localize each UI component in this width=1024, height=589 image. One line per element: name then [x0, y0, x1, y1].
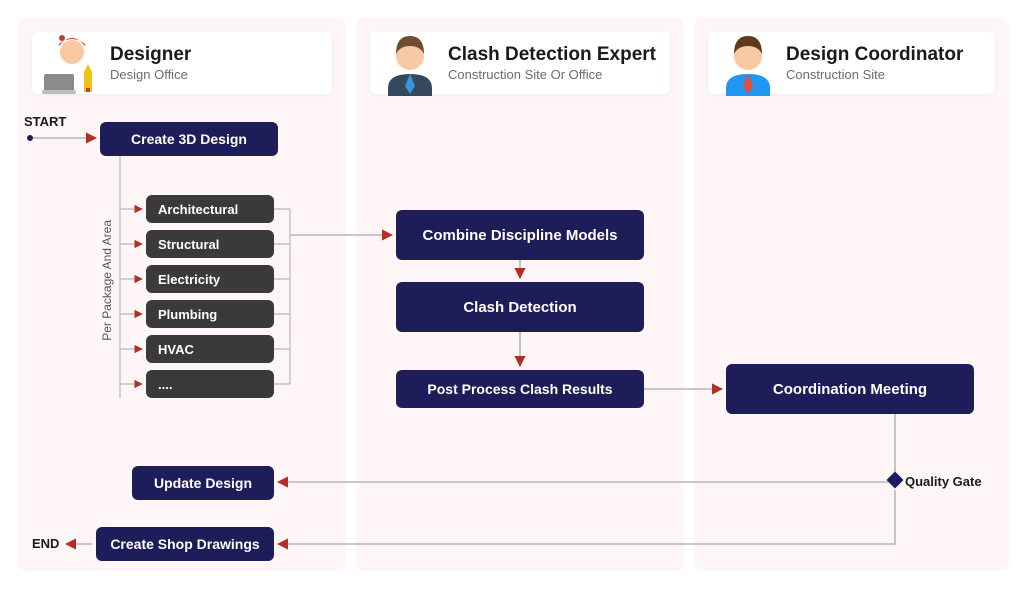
per-package-label: Per Package And Area: [100, 220, 114, 341]
designer-icon: [40, 24, 104, 96]
discipline-hvac: HVAC: [146, 335, 274, 363]
discipline-structural: Structural: [146, 230, 274, 258]
node-create-3d-design: Create 3D Design: [100, 122, 278, 156]
discipline-more: ....: [146, 370, 274, 398]
node-update-design: Update Design: [132, 466, 274, 500]
end-label: END: [32, 536, 59, 551]
discipline-architectural: Architectural: [146, 195, 274, 223]
node-combine-models: Combine Discipline Models: [396, 210, 644, 260]
node-coordination-meeting: Coordination Meeting: [726, 364, 974, 414]
lane-header-designer: Designer Design Office: [32, 32, 332, 94]
lane-header-clash-expert: Clash Detection Expert Construction Site…: [370, 32, 670, 94]
discipline-plumbing: Plumbing: [146, 300, 274, 328]
quality-gate-label: Quality Gate: [905, 474, 982, 489]
lane-title: Design Coordinator: [786, 44, 963, 66]
discipline-electricity: Electricity: [146, 265, 274, 293]
lane-subtitle: Design Office: [110, 67, 191, 82]
lane-title: Clash Detection Expert: [448, 44, 656, 66]
lane-title: Designer: [110, 44, 191, 66]
lane-subtitle: Construction Site: [786, 67, 963, 82]
start-label: START: [24, 114, 66, 129]
lane-subtitle: Construction Site Or Office: [448, 67, 656, 82]
clash-expert-icon: [378, 24, 442, 96]
lane-header-coordinator: Design Coordinator Construction Site: [708, 32, 995, 94]
coordinator-icon: [716, 24, 780, 96]
node-create-shop-drawings: Create Shop Drawings: [96, 527, 274, 561]
node-post-process: Post Process Clash Results: [396, 370, 644, 408]
node-clash-detection: Clash Detection: [396, 282, 644, 332]
